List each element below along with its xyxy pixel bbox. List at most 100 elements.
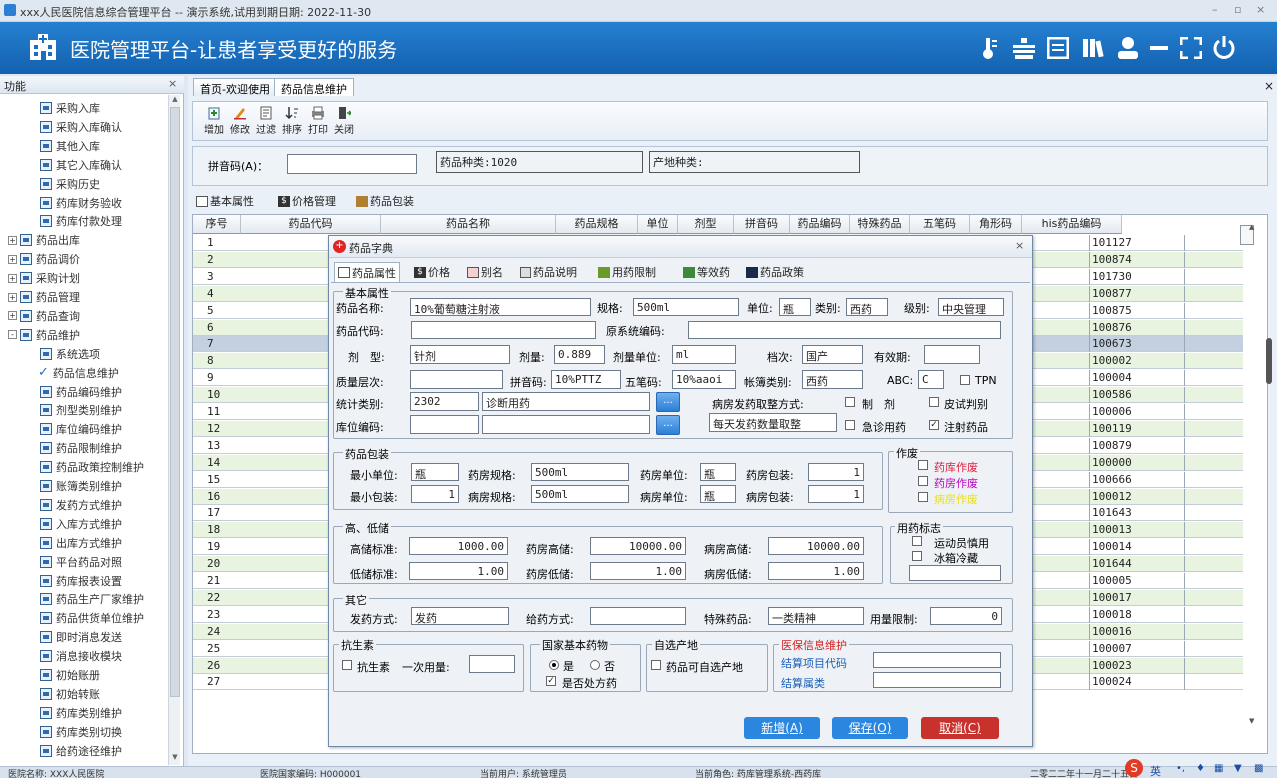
tree-item[interactable]: + 药品查询 xyxy=(8,307,80,325)
tree-item[interactable]: 药库报表设置 xyxy=(40,572,122,590)
tree-item[interactable]: + 药品出库 xyxy=(8,231,80,249)
tree-item[interactable]: 药库付款处理 xyxy=(40,212,122,230)
dialog-close-icon[interactable]: × xyxy=(1015,239,1024,252)
dtab-description[interactable]: 药品说明 xyxy=(520,262,577,282)
dose-input[interactable]: 0.889 xyxy=(554,345,605,364)
self-origin-checkbox[interactable] xyxy=(651,660,661,670)
tree-item[interactable]: 采购入库确认 xyxy=(40,118,122,136)
pharmacy-high-input[interactable]: 10000.00 xyxy=(590,537,686,555)
pharmacy-unit-input[interactable]: 瓶 xyxy=(700,463,736,481)
column-header[interactable]: 序号 xyxy=(193,215,241,234)
ime-skin-icon[interactable]: ▼ xyxy=(1234,763,1242,774)
tree-item[interactable]: 发药方式维护 xyxy=(40,496,122,514)
min-unit-input[interactable]: 瓶 xyxy=(411,463,459,481)
ward-spec-input[interactable]: 500ml xyxy=(531,485,629,503)
dtab-alias[interactable]: 别名 xyxy=(467,262,503,282)
column-header[interactable]: 剂型 xyxy=(678,215,734,234)
emergency-checkbox[interactable] xyxy=(845,420,855,430)
pinyin-input[interactable] xyxy=(287,154,417,174)
void-pharmacy-checkbox[interactable] xyxy=(918,476,928,486)
py-input[interactable]: 10%PTTZ xyxy=(551,370,621,389)
tree-item[interactable]: ✓ 药品信息维护 xyxy=(38,364,119,382)
panel-scrollbar[interactable]: ▲ ▼ xyxy=(168,95,180,765)
user-icon[interactable] xyxy=(1117,36,1139,60)
wb-input[interactable]: 10%aaoi xyxy=(672,370,736,389)
dtab-policy[interactable]: 药品政策 xyxy=(746,262,804,282)
settle-code-input[interactable] xyxy=(873,652,1001,668)
ime-keyboard-icon[interactable]: ▦ xyxy=(1214,763,1223,774)
tree-item[interactable]: 药品编码维护 xyxy=(40,383,122,401)
usage-flag-input[interactable] xyxy=(909,565,1001,581)
minimize-app-icon[interactable] xyxy=(1150,46,1168,50)
stat-browse-button[interactable]: ... xyxy=(656,392,680,412)
level-input[interactable]: 中央管理 xyxy=(938,298,1004,316)
expand-icon[interactable]: + xyxy=(8,273,17,283)
queue-icon[interactable] xyxy=(1012,38,1036,60)
add-button[interactable]: 增加 xyxy=(201,104,227,136)
tree-item[interactable]: 入库方式维护 xyxy=(40,515,122,533)
tree-item[interactable]: 消息接收模块 xyxy=(40,647,122,665)
expand-icon[interactable]: + xyxy=(8,254,17,264)
close-window-icon[interactable]: × xyxy=(1256,3,1265,16)
national-no-radio[interactable] xyxy=(590,660,600,670)
pharmacy-pack-input[interactable]: 1 xyxy=(808,463,864,481)
tree-item[interactable]: 药品限制维护 xyxy=(40,439,122,457)
prescription-checkbox[interactable]: ✓ xyxy=(546,676,556,686)
column-header[interactable]: 药品代码 xyxy=(241,215,381,234)
edit-button[interactable]: 修改 xyxy=(227,104,253,136)
location-name-input[interactable] xyxy=(482,415,650,434)
dtab-equivalent[interactable]: 等效药 xyxy=(683,262,730,282)
tab-home[interactable]: 首页-欢迎使用 xyxy=(193,78,277,96)
ime-logo-icon[interactable]: S xyxy=(1125,759,1143,777)
ward-pack-input[interactable]: 1 xyxy=(808,485,864,503)
save-button[interactable]: 保存(O) xyxy=(832,717,908,739)
subtab-basic[interactable]: 基本属性 xyxy=(196,192,254,210)
column-header[interactable]: 药品名称 xyxy=(381,215,556,234)
column-header[interactable]: 五笔码 xyxy=(910,215,970,234)
tree-item[interactable]: 药品供货单位维护 xyxy=(40,609,144,627)
subtab-price[interactable]: $ 价格管理 xyxy=(278,192,336,210)
dispense-input[interactable]: 发药 xyxy=(411,607,509,625)
tree-item[interactable]: 平台药品对照 xyxy=(40,553,122,571)
tree-item[interactable]: 药库类别维护 xyxy=(40,704,122,722)
grade-input[interactable]: 国产 xyxy=(802,345,863,364)
tree-item[interactable]: 其它入库确认 xyxy=(40,156,122,174)
location-code-input[interactable] xyxy=(410,415,479,434)
round-mode-select[interactable]: 每天发药数量取整 xyxy=(709,413,837,432)
zhiji-checkbox[interactable] xyxy=(845,397,855,407)
tree-item[interactable]: 药品政策控制维护 xyxy=(40,458,144,476)
antibiotic-checkbox[interactable] xyxy=(342,660,352,670)
national-yes-radio[interactable] xyxy=(549,660,559,670)
tpn-checkbox[interactable] xyxy=(960,375,970,385)
sort-button[interactable]: 排序 xyxy=(279,104,305,136)
column-header[interactable]: 角形码 xyxy=(970,215,1022,234)
print-button[interactable]: 打印 xyxy=(305,104,331,136)
tree-item[interactable]: + 药品管理 xyxy=(8,288,80,306)
skin-test-checkbox[interactable] xyxy=(929,397,939,407)
dose-limit-input[interactable]: 0 xyxy=(930,607,1002,625)
column-header[interactable]: 单位 xyxy=(638,215,678,234)
drug-name-input[interactable]: 10%葡萄糖注射液 xyxy=(410,298,591,316)
location-browse-button[interactable]: ... xyxy=(656,415,680,435)
power-icon[interactable] xyxy=(1212,35,1236,59)
close-button[interactable]: 关闭 xyxy=(331,104,357,136)
tree-item[interactable]: 账簿类别维护 xyxy=(40,477,122,495)
fullscreen-icon[interactable] xyxy=(1180,37,1202,59)
tree-item[interactable]: 药品生产厂家维护 xyxy=(40,590,144,608)
expand-icon[interactable]: + xyxy=(8,235,17,245)
dtab-usage-limit[interactable]: 用药限制 xyxy=(598,262,656,282)
pharmacy-low-input[interactable]: 1.00 xyxy=(590,562,686,580)
ward-high-input[interactable]: 10000.00 xyxy=(768,537,864,555)
tree-item[interactable]: 其他入库 xyxy=(40,137,100,155)
close-panel-icon[interactable]: × xyxy=(168,77,177,90)
thermometer-icon[interactable] xyxy=(980,36,1000,60)
stat-code-input[interactable]: 2302 xyxy=(410,392,479,411)
athlete-checkbox[interactable] xyxy=(912,536,922,546)
minimize-icon[interactable]: – xyxy=(1212,3,1218,16)
single-dose-input[interactable] xyxy=(469,655,515,673)
tree-item[interactable]: - 药品维护 xyxy=(8,326,80,344)
route-input[interactable] xyxy=(590,607,686,625)
dtab-properties[interactable]: 药品属性 xyxy=(334,262,400,282)
expand-icon[interactable]: + xyxy=(8,311,17,321)
tree-item[interactable]: + 药品调价 xyxy=(8,250,80,268)
